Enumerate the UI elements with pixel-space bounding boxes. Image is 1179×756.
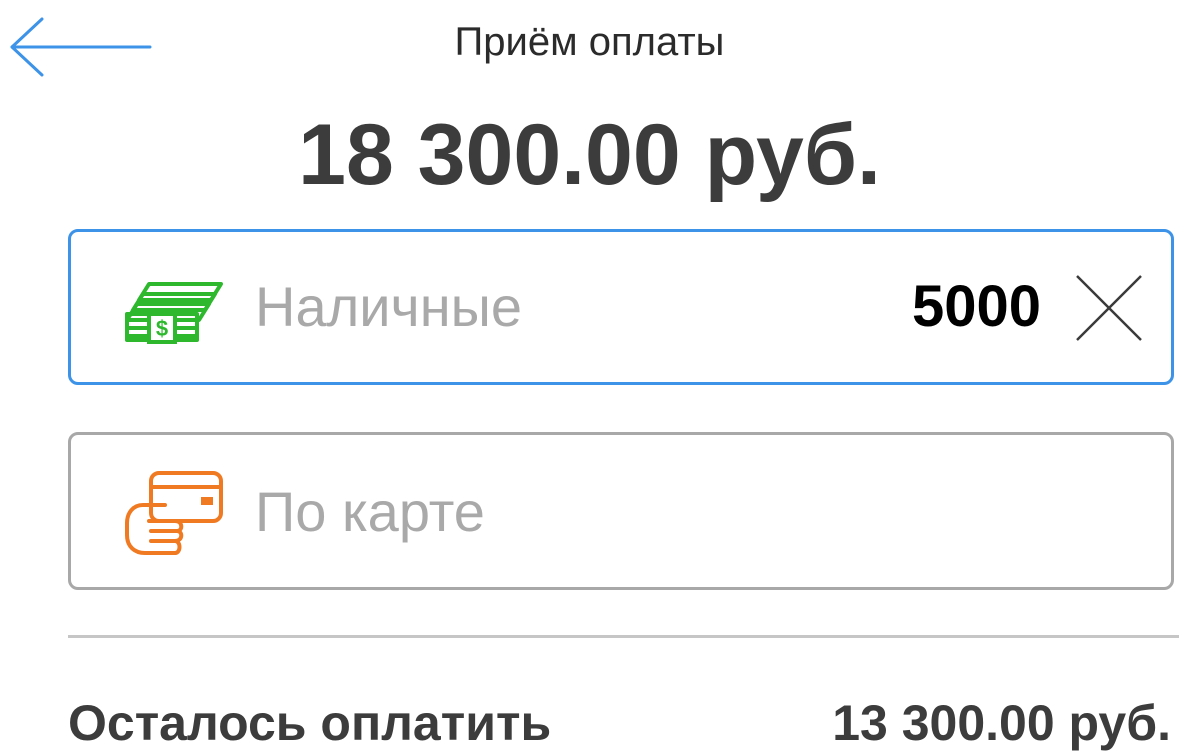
- card-payment-field[interactable]: По карте: [68, 432, 1174, 590]
- close-icon: [1076, 275, 1142, 341]
- remaining-label: Осталось оплатить: [68, 695, 552, 751]
- divider: [68, 635, 1179, 638]
- clear-button[interactable]: [1073, 272, 1145, 344]
- page-title: Приём оплаты: [454, 20, 725, 64]
- cash-icon: $: [123, 272, 231, 352]
- cash-amount-input[interactable]: 5000: [912, 270, 1041, 344]
- remaining-value: 13 300.00 руб.: [832, 695, 1171, 751]
- card-hand-icon: [121, 469, 229, 555]
- cash-label: Наличные: [255, 275, 523, 338]
- total-amount: 18 300.00 руб.: [298, 107, 881, 203]
- svg-text:$: $: [156, 316, 168, 341]
- cash-payment-field[interactable]: $ Наличные 5000: [68, 229, 1174, 385]
- card-label: По карте: [255, 480, 485, 543]
